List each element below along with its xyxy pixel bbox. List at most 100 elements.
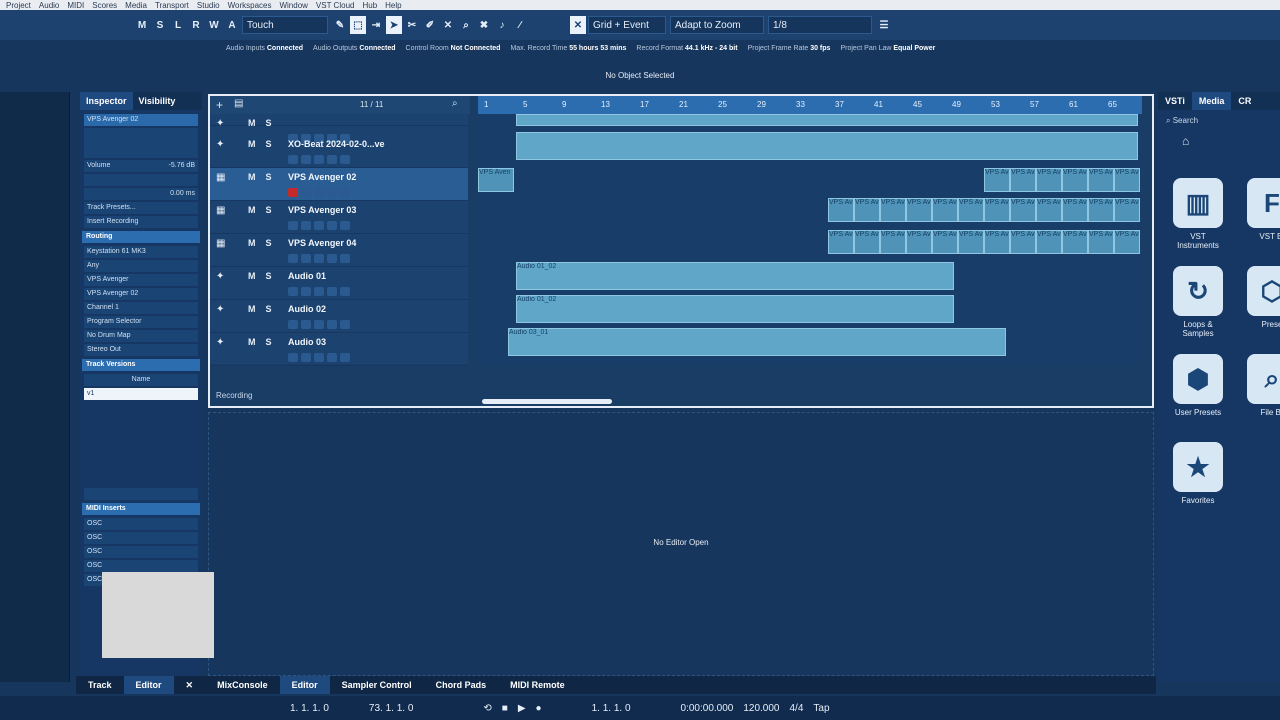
track-control-button[interactable] [314, 155, 324, 164]
event-clip[interactable]: VPS Aven [932, 230, 958, 254]
tab-sampler-control[interactable]: Sampler Control [330, 676, 424, 694]
menu-item[interactable]: Media [125, 1, 147, 10]
menu-item[interactable]: Transport [155, 1, 189, 10]
event-clip[interactable] [516, 114, 1138, 126]
track-control-button[interactable] [301, 188, 311, 197]
track-controls[interactable] [288, 188, 350, 197]
event-clip[interactable]: VPS Aven [1062, 168, 1088, 192]
tile-user-presets[interactable]: ⬢ User Presets [1172, 354, 1224, 417]
event-clip[interactable]: VPS Aven [1088, 168, 1114, 192]
search-icon[interactable]: ⌕ [452, 98, 458, 109]
event-clip[interactable]: VPS Aven [984, 168, 1010, 192]
midi-insert-slot[interactable]: OSC [84, 546, 198, 558]
tab-visibility[interactable]: Visibility [133, 92, 182, 110]
arrange-area[interactable]: VPS AvenVPS AvenVPS AvenVPS AvenVPS Aven… [478, 114, 1142, 364]
track-control-button[interactable] [288, 155, 298, 164]
event-clip[interactable]: VPS Aven [1010, 230, 1036, 254]
event-clip[interactable]: Audio 01_02 [516, 262, 954, 290]
event-clip[interactable] [516, 132, 1138, 160]
tab-vsti[interactable]: VSTi [1158, 92, 1192, 110]
split-tool-icon[interactable]: ✂ [404, 16, 420, 34]
track-control-button[interactable] [340, 320, 350, 329]
routing-field[interactable]: No Drum Map [84, 330, 198, 342]
track-controls[interactable] [288, 221, 350, 230]
stop-icon[interactable]: ■ [502, 703, 508, 714]
event-clip[interactable]: VPS Aven [1062, 198, 1088, 222]
media-search[interactable]: ⌕ Search [1166, 116, 1198, 126]
folder-icon[interactable]: ▤ [234, 98, 243, 109]
arrow-tool-icon[interactable]: ➤ [386, 16, 402, 34]
toolbar-button[interactable]: W [206, 16, 222, 34]
track-presets-field[interactable]: Track Presets... [84, 202, 198, 214]
tile-favorites[interactable]: ★ Favorites [1172, 442, 1224, 505]
menu-item[interactable]: Audio [39, 1, 59, 10]
horizontal-scrollbar[interactable] [482, 399, 612, 404]
track-control-button[interactable] [340, 221, 350, 230]
zoom-tool-icon[interactable]: ⌕ [458, 16, 474, 34]
mute-solo-buttons[interactable]: MS [248, 172, 282, 182]
routing-field[interactable]: VPS Avenger [84, 274, 198, 286]
time-display[interactable]: 0:00:00.000 [681, 703, 734, 714]
event-clip[interactable]: VPS Aven [906, 198, 932, 222]
menu-item[interactable]: Window [279, 1, 307, 10]
tab-inspector[interactable]: Inspector [80, 92, 133, 110]
track-row[interactable]: ▦ MS VPS Avenger 03 [210, 201, 468, 234]
track-control-button[interactable] [314, 188, 324, 197]
track-control-button[interactable] [288, 353, 298, 362]
tile-vst-effects[interactable]: F VST Ef [1246, 178, 1280, 241]
mute-tool-icon[interactable]: ✖ [476, 16, 492, 34]
track-control-button[interactable] [327, 254, 337, 263]
menu-item[interactable]: Studio [197, 1, 220, 10]
signature-display[interactable]: 4/4 [790, 703, 804, 714]
tab-editor-left[interactable]: Editor [123, 676, 174, 694]
event-clip[interactable]: VPS Aven [906, 230, 932, 254]
insert-recording-field[interactable]: Insert Recording [84, 216, 198, 228]
track-control-button[interactable] [314, 320, 324, 329]
event-clip[interactable]: VPS Aven [984, 230, 1010, 254]
menu-item[interactable]: MIDI [67, 1, 84, 10]
track-control-button[interactable] [301, 254, 311, 263]
midi-insert-slot[interactable]: OSC [84, 518, 198, 530]
menu-item[interactable]: VST Cloud [316, 1, 355, 10]
track-controls[interactable] [288, 155, 350, 164]
ruler[interactable]: 1 5 9 13 17 21 25 29 33 37 41 45 49 53 57 61 65 [478, 96, 1142, 114]
tap-button[interactable]: Tap [813, 703, 829, 714]
midi-insert-slot[interactable]: OSC [84, 560, 198, 572]
snap-icon[interactable]: ✕ [570, 16, 586, 34]
track-versions-section[interactable]: Track Versions [82, 359, 200, 371]
track-version-item[interactable]: v1 [84, 388, 198, 400]
event-clip[interactable]: VPS Aven [880, 198, 906, 222]
track-control-button[interactable] [327, 188, 337, 197]
range-tool-icon[interactable]: ⇥ [368, 16, 384, 34]
track-control-button[interactable] [340, 254, 350, 263]
event-clip[interactable]: VPS Aven [1036, 198, 1062, 222]
add-track-icon[interactable]: + [216, 98, 223, 112]
track-control-button[interactable] [340, 353, 350, 362]
event-clip[interactable]: VPS Aven [1010, 168, 1036, 192]
event-clip[interactable]: VPS Aven [958, 230, 984, 254]
tab-media[interactable]: Media [1191, 92, 1232, 110]
inspector-pan[interactable] [84, 174, 198, 186]
event-clip[interactable]: VPS Aven [1036, 230, 1062, 254]
track-control-button[interactable] [314, 254, 324, 263]
line-tool-icon[interactable]: ∕ [512, 16, 528, 34]
tab-track[interactable]: Track [76, 676, 124, 694]
event-clip[interactable]: VPS Aven [828, 198, 854, 222]
event-clip[interactable]: VPS Aven [478, 168, 514, 192]
track-control-button[interactable] [340, 155, 350, 164]
track-control-button[interactable] [314, 353, 324, 362]
track-control-button[interactable] [288, 188, 298, 197]
track-row[interactable]: ✦ MS Audio 01 [210, 267, 468, 300]
track-control-button[interactable] [340, 188, 350, 197]
mute-solo-buttons[interactable]: MS [248, 139, 282, 149]
right-locator[interactable]: 73. 1. 1. 0 [369, 703, 413, 714]
routing-field[interactable]: VPS Avenger 02 [84, 288, 198, 300]
snap-type-select[interactable]: Grid + Event [588, 16, 666, 34]
tile-presets[interactable]: ⬡ Prese [1246, 266, 1280, 329]
toolbar-button[interactable]: A [224, 16, 240, 34]
track-control-button[interactable] [301, 155, 311, 164]
toolbar-button[interactable]: M [134, 16, 150, 34]
track-control-button[interactable] [327, 155, 337, 164]
track-row[interactable]: ▦ MS VPS Avenger 04 [210, 234, 468, 267]
track-controls[interactable] [288, 320, 350, 329]
